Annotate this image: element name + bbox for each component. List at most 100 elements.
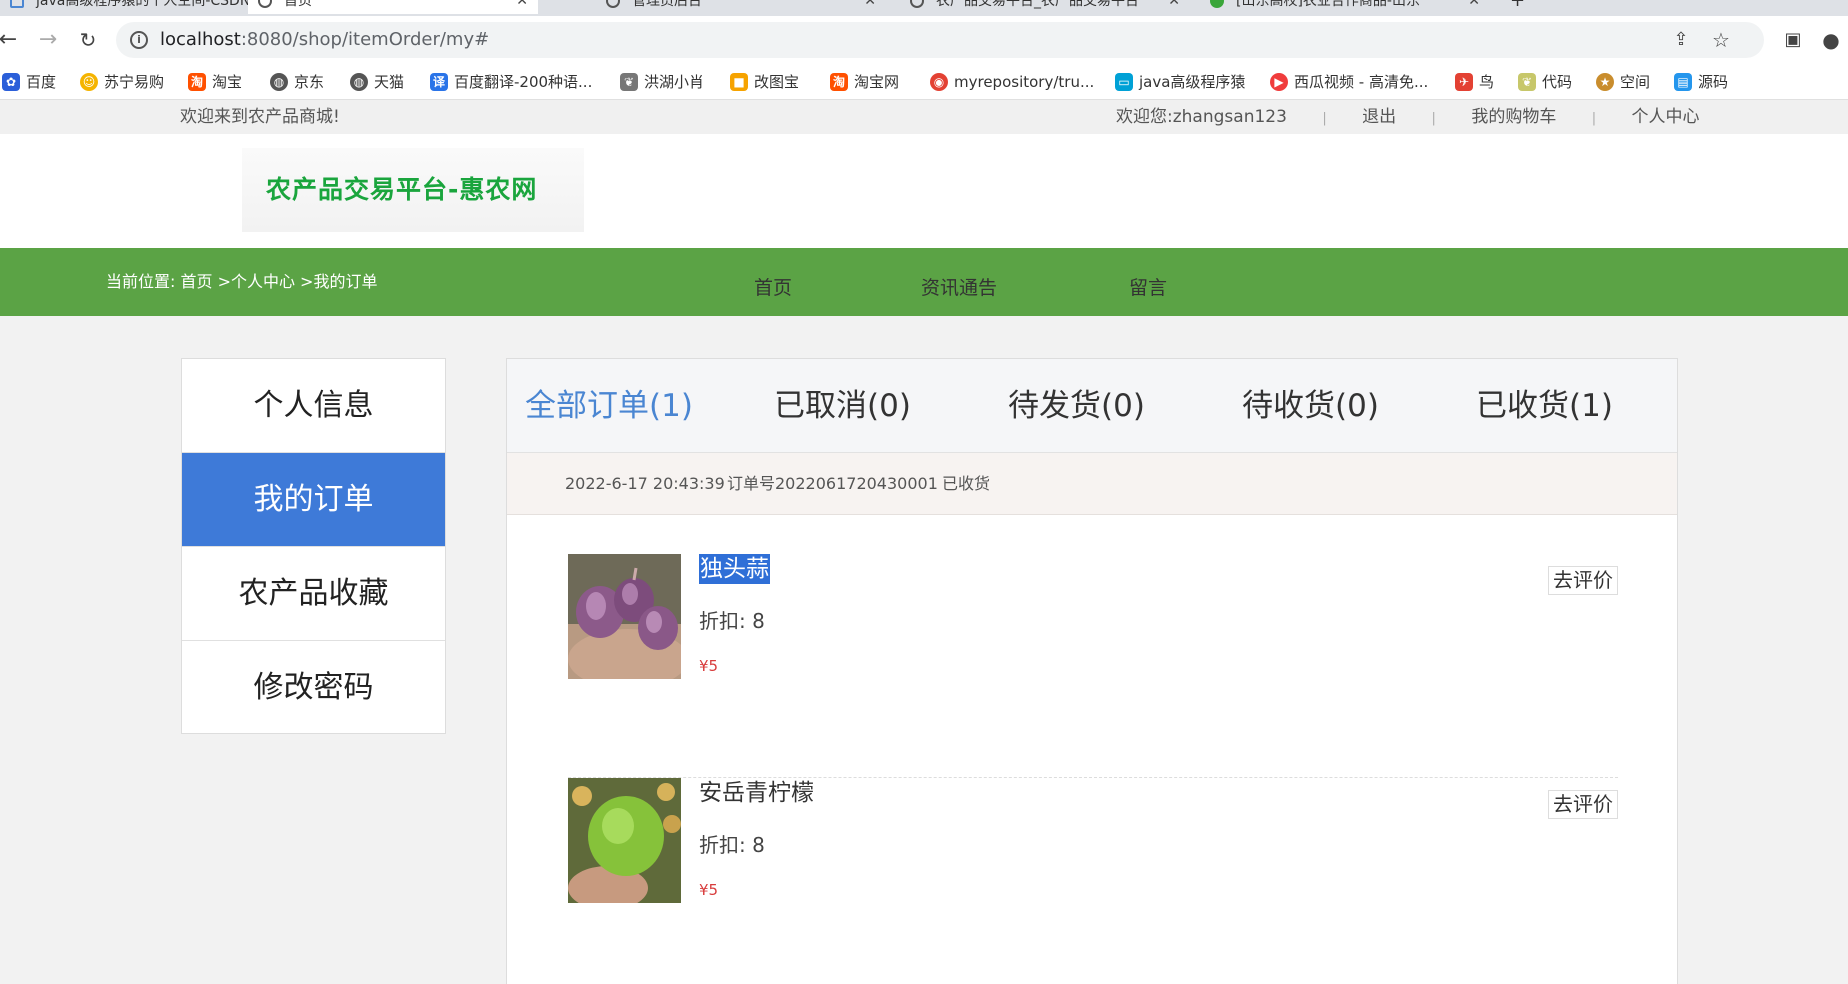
url-text: localhost:8080/shop/itemOrder/my# [160,22,489,58]
username: zhangsan123 [1172,107,1287,127]
bookmark-item[interactable]: ◉ myrepository/tru... [930,64,1094,100]
review-button[interactable]: 去评价 [1548,566,1618,595]
bookmark-item[interactable]: ☺ 苏宁易购 [80,64,164,100]
back-arrow-icon[interactable]: ← [0,24,24,56]
tab-title: 农产品交易平台_农产品交易平台 [936,0,1139,9]
leaf-icon: ❦ [1518,73,1536,91]
sidebar-item-profile[interactable]: 个人信息 [182,359,445,453]
taobao-icon: 淘 [830,73,848,91]
orders-panel: 全部订单(1) 已取消(0) 待发货(0) 待收货(0) 已收货(1) 2022… [506,358,1678,984]
order-time: 2022-6-17 20:43:39 [565,474,725,493]
plus-icon: + [1510,0,1526,11]
bookmark-label: 代码 [1542,73,1573,91]
logout-link[interactable]: 退出 [1362,100,1396,134]
site-logo[interactable]: 农产品交易平台-惠农网 [242,148,584,232]
url-input[interactable]: i localhost:8080/shop/itemOrder/my# ⇪ ☆ [116,22,1764,58]
side-panel-icon[interactable]: ▣ [1778,22,1808,58]
site-topbar: 欢迎来到农产品商城! 欢迎您:zhangsan123 | 退出 | 我的购物车 … [0,100,1848,134]
site-header: 农产品交易平台-惠农网 [0,134,1848,248]
csdn-icon [10,0,24,8]
tab-title: 首页 [284,0,312,9]
reload-icon[interactable]: ↻ [72,24,104,56]
leaf-icon: ❦ [620,73,638,91]
bookmark-item[interactable]: ✈ 鸟 [1455,64,1494,100]
sidebar-item-change-password[interactable]: 修改密码 [182,641,445,735]
close-icon[interactable]: ✕ [864,0,876,14]
tab-received[interactable]: 已收货(1) [1476,359,1613,453]
bookmark-item[interactable]: ★ 空间 [1596,64,1650,100]
bookmark-item[interactable]: ▭ java高级程序猿 [1115,64,1245,100]
order-item: 独头蒜 折扣: 8 ¥5 去评价 [568,554,1618,778]
user-greeting: 欢迎您: [1116,107,1173,127]
product-discount: 折扣: 8 [699,609,765,633]
nav-message[interactable]: 留言 [1129,248,1167,328]
info-icon[interactable]: i [130,31,148,49]
browser-tab[interactable]: 管理员后台 ✕ [596,0,886,14]
profile-icon[interactable]: ● [1816,22,1846,58]
new-tab-button[interactable]: + [1500,0,1540,14]
bookmark-label: 空间 [1620,73,1651,91]
bookmark-item[interactable]: 淘淘宝网 [830,64,899,100]
browser-tab[interactable]: 农产品交易平台_农产品交易平台 ✕ [900,0,1190,14]
nav-home[interactable]: 首页 [754,248,792,328]
tab-all-orders[interactable]: 全部订单(1) [525,359,693,453]
product-name[interactable]: 独头蒜 [699,554,770,584]
bookmark-item[interactable]: ❦ 洪湖小肖 [620,64,704,100]
globe-icon [606,0,620,8]
user-links: 欢迎您:zhangsan123 | 退出 | 我的购物车 | 个人中心 [1116,100,1700,136]
product-image-lemon[interactable] [568,778,681,903]
welcome-text: 欢迎来到农产品商城! [180,107,340,127]
divider: | [1431,111,1436,126]
bookmark-item[interactable]: ▤ 源码 [1674,64,1728,100]
product-image-garlic[interactable] [568,554,681,679]
browser-tab[interactable]: java高级程序猿的个人空间-CSDN ✕ [0,0,290,14]
leaf-icon [1210,0,1224,8]
translate-icon: 译 [430,73,448,91]
browser-tab[interactable]: [山东高校]农业合作商品-山东 ✕ [1200,0,1490,14]
bookmark-label: 天猫 [374,73,405,91]
bookmark-label: 淘宝 [212,73,243,91]
docker-icon: ▤ [1674,73,1692,91]
tab-pending-receipt[interactable]: 待收货(0) [1242,359,1379,453]
close-icon[interactable]: ✕ [1168,0,1180,14]
bookmark-label: 淘宝网 [854,73,900,91]
bookmark-label: 源码 [1698,73,1729,91]
close-icon[interactable]: ✕ [1468,0,1480,14]
bookmark-item[interactable]: 译百度翻译-200种语... [430,64,592,100]
close-icon[interactable]: ✕ [516,0,528,14]
lemon-photo [568,778,681,903]
order-item: 安岳青柠檬 折扣: 8 ¥5 去评价 [568,778,1618,984]
share-icon[interactable]: ⇪ [1666,22,1696,58]
globe-icon [910,0,924,8]
review-button[interactable]: 去评价 [1548,790,1618,819]
bird-icon: ✈ [1455,73,1473,91]
garlic-photo [568,554,681,679]
bookmark-label: 西瓜视频 - 高清免... [1294,73,1429,91]
tab-pending-shipment[interactable]: 待发货(0) [1008,359,1145,453]
sidebar-item-favorites[interactable]: 农产品收藏 [182,547,445,641]
product-discount: 折扣: 8 [699,833,765,857]
qzone-icon: ★ [1596,73,1614,91]
browser-tabstrip: java高级程序猿的个人空间-CSDN ✕ 首页 ✕ 管理员后台 ✕ 农产品交易… [0,0,1848,16]
star-icon[interactable]: ☆ [1706,22,1736,58]
tab-title: [山东高校]农业合作商品-山东 [1236,0,1420,9]
tab-title: java高级程序猿的个人空间-CSDN [36,0,251,9]
bookmark-item[interactable]: ◍ 京东 [270,64,324,100]
bookmark-item[interactable]: ◍ 天猫 [350,64,404,100]
bookmark-item[interactable]: ✿ 百度 [2,64,56,100]
globe-icon: ◍ [350,73,368,91]
bookmark-item[interactable]: ▶ 西瓜视频 - 高清免... [1270,64,1428,100]
user-center-link[interactable]: 个人中心 [1632,100,1700,134]
browser-tab-active[interactable]: 首页 ✕ [248,0,538,14]
forward-arrow-icon[interactable]: → [32,24,64,56]
tab-title: 管理员后台 [632,0,702,9]
tab-cancelled[interactable]: 已取消(0) [774,359,911,453]
cart-link[interactable]: 我的购物车 [1471,100,1556,134]
taobao-icon: 淘 [188,73,206,91]
nav-news[interactable]: 资讯通告 [921,248,997,328]
bookmark-item[interactable]: ❦ 代码 [1518,64,1572,100]
sidebar-item-my-orders[interactable]: 我的订单 [182,453,445,547]
bookmark-item[interactable]: ■ 改图宝 [730,64,799,100]
bookmark-item[interactable]: 淘淘宝 [188,64,242,100]
product-name[interactable]: 安岳青柠檬 [699,778,814,808]
